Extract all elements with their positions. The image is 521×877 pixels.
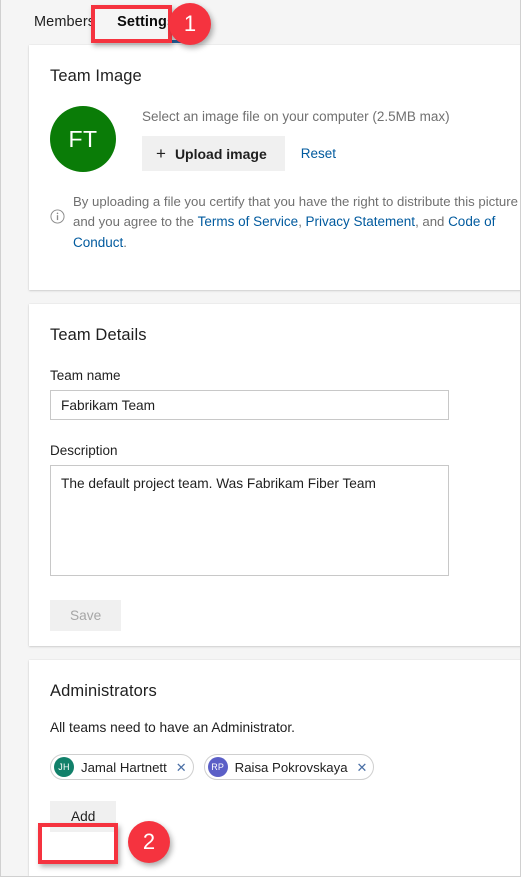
description-field-wrap: Description (29, 443, 520, 581)
administrators-card: Administrators All teams need to have an… (29, 660, 520, 876)
team-image-card: Team Image FT Select an image file on yo… (29, 45, 520, 290)
disclaimer-part3: , and (415, 214, 449, 230)
settings-page: Members Settings Team Image FT Select an… (0, 0, 521, 877)
team-avatar-initials: FT (68, 125, 98, 152)
team-name-label: Team name (50, 368, 121, 383)
upload-image-label: Upload image (174, 145, 267, 162)
administrator-name: Jamal Hartnett (81, 759, 167, 775)
description-label: Description (50, 443, 118, 458)
description-textarea[interactable] (50, 465, 449, 576)
upload-hint: Select an image file on your computer (2… (142, 109, 450, 124)
tab-members[interactable]: Members (23, 2, 106, 43)
team-name-field-wrap: Team name (29, 368, 520, 420)
list-item[interactable]: RP Raisa Pokrovskaya ✕ (203, 754, 375, 780)
upload-line: + Upload image Reset (142, 136, 450, 171)
upload-image-button[interactable]: + Upload image (142, 136, 285, 171)
terms-of-service-link[interactable]: Terms of Service (198, 214, 299, 229)
team-avatar: FT (50, 106, 116, 172)
privacy-statement-link[interactable]: Privacy Statement (306, 214, 416, 229)
add-administrator-button[interactable]: Add (50, 801, 117, 832)
disclaimer-text: By uploading a file you certify that you… (73, 192, 520, 254)
team-name-input[interactable] (50, 390, 449, 420)
info-circle-icon (50, 209, 65, 224)
team-image-controls: Select an image file on your computer (2… (116, 106, 450, 172)
save-button[interactable]: Save (50, 600, 122, 631)
tab-members-label: Members (34, 14, 96, 30)
team-image-title: Team Image (50, 67, 142, 85)
team-image-row: FT Select an image file on your computer… (29, 86, 520, 172)
team-details-title: Team Details (50, 326, 147, 344)
administrators-note: All teams need to have an Administrator. (50, 720, 295, 735)
tab-strip: Members Settings (1, 0, 520, 45)
tab-settings[interactable]: Settings (106, 2, 186, 43)
disclaimer-part2: , (298, 214, 306, 230)
plus-icon: + (156, 144, 166, 163)
list-item[interactable]: JH Jamal Hartnett ✕ (50, 754, 194, 780)
upload-disclaimer: By uploading a file you certify that you… (29, 172, 520, 254)
disclaimer-part4: . (123, 235, 127, 251)
administrator-name: Raisa Pokrovskaya (234, 759, 348, 775)
reset-link[interactable]: Reset (301, 146, 336, 161)
team-details-card: Team Details Team name Description Save (29, 304, 520, 646)
administrator-chip-list: JH Jamal Hartnett ✕ RP Raisa Pokrovskaya… (29, 735, 520, 780)
tab-settings-label: Settings (117, 14, 176, 30)
close-icon[interactable]: ✕ (176, 761, 187, 774)
administrators-title: Administrators (50, 682, 157, 700)
avatar: JH (54, 757, 74, 777)
avatar: RP (207, 757, 228, 777)
close-icon[interactable]: ✕ (357, 761, 368, 774)
